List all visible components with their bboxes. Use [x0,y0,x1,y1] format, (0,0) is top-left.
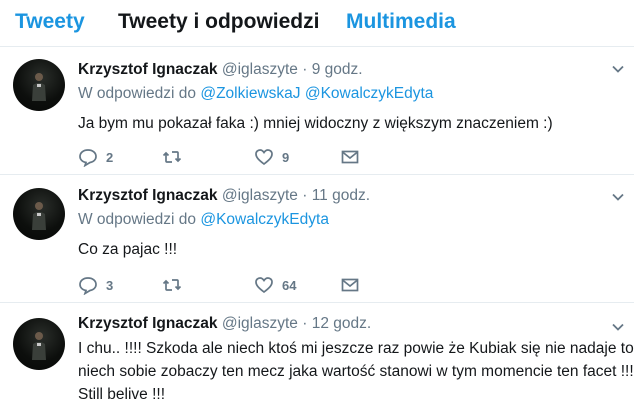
profile-tabs: Tweety Tweety i odpowiedzi Multimedia [0,0,634,46]
reply-button[interactable]: 3 [78,275,113,295]
reply-context: W odpowiedzi do @KowalczykEdyta [78,211,614,229]
reply-prefix: W odpowiedzi do [78,211,197,228]
retweet-icon [162,279,182,291]
author-handle[interactable]: @iglaszyte [222,187,298,204]
tab-media[interactable]: Multimedia [346,10,456,34]
retweet-button[interactable] [162,147,190,167]
tweet-time[interactable]: 12 godz. [312,315,371,332]
chevron-down-icon[interactable] [610,319,626,335]
separator-dot: · [302,187,308,204]
tweet[interactable]: Krzysztof Ignaczak @iglaszyte · 11 godz.… [0,174,634,303]
tweet-header: Krzysztof Ignaczak @iglaszyte · 9 godz. [78,61,614,79]
avatar[interactable] [13,188,65,240]
tweet-text: I chu.. !!!! Szkoda ale niech ktoś mi je… [78,337,634,406]
like-count: 64 [282,277,297,293]
reply-mention[interactable]: @KowalczykEdyta [200,211,329,228]
tweet-text-line: niech sobie zobaczy ten mecz jaka wartoś… [78,363,634,380]
retweet-icon [162,151,182,163]
reply-count: 3 [106,277,114,293]
reply-icon [79,149,97,167]
separator-dot: · [302,61,308,78]
author-name[interactable]: Krzysztof Ignaczak [78,315,218,332]
chevron-down-icon[interactable] [610,61,626,77]
tweet-time[interactable]: 11 godz. [312,187,370,204]
envelope-icon [341,150,359,164]
like-button[interactable]: 9 [254,147,289,167]
avatar-figure [32,73,46,101]
envelope-icon [341,278,359,292]
heart-icon [255,149,273,166]
retweet-button[interactable] [162,275,190,295]
tab-tweets[interactable]: Tweety [15,10,85,34]
tweet-text-line: I chu.. !!!! Szkoda ale niech ktoś mi je… [78,340,634,357]
avatar[interactable] [13,318,65,370]
reply-button[interactable]: 2 [78,147,113,167]
tweet-text: Co za pajac !!! [78,239,614,261]
avatar-figure [32,202,46,230]
tweet-text: Ja bym mu pokazał faka :) mniej widoczny… [78,113,614,135]
separator-dot: · [302,315,308,332]
tweet[interactable]: Krzysztof Ignaczak @iglaszyte · 12 godz.… [0,302,634,417]
heart-icon [255,277,273,294]
reply-context: W odpowiedzi do @ZolkiewskaJ @KowalczykE… [78,85,614,103]
reply-count: 2 [106,149,114,165]
tweet-header: Krzysztof Ignaczak @iglaszyte · 11 godz. [78,187,614,205]
avatar-figure [32,332,46,360]
tab-tweets-and-replies[interactable]: Tweety i odpowiedzi [118,10,319,34]
tweet-text-line: Co za pajac !!! [78,241,178,258]
author-name[interactable]: Krzysztof Ignaczak [78,187,218,204]
direct-message-button[interactable] [340,147,360,167]
tweet-time[interactable]: 9 godz. [312,61,363,78]
tweet-text-line: Still belive !!! [78,386,166,403]
reply-icon [79,277,97,295]
author-handle[interactable]: @iglaszyte [222,61,298,78]
direct-message-button[interactable] [340,275,360,295]
author-handle[interactable]: @iglaszyte [222,315,298,332]
reply-mention[interactable]: @KowalczykEdyta [305,85,434,102]
tweet[interactable]: Krzysztof Ignaczak @iglaszyte · 9 godz. … [0,46,634,175]
chevron-down-icon[interactable] [610,189,626,205]
reply-prefix: W odpowiedzi do [78,85,197,102]
avatar[interactable] [13,59,65,111]
reply-mention[interactable]: @ZolkiewskaJ [200,85,300,102]
author-name[interactable]: Krzysztof Ignaczak [78,61,218,78]
tweet-header: Krzysztof Ignaczak @iglaszyte · 12 godz. [78,315,614,333]
like-button[interactable]: 64 [254,275,296,295]
like-count: 9 [282,149,290,165]
tweet-text-line: Ja bym mu pokazał faka :) mniej widoczny… [78,115,553,132]
